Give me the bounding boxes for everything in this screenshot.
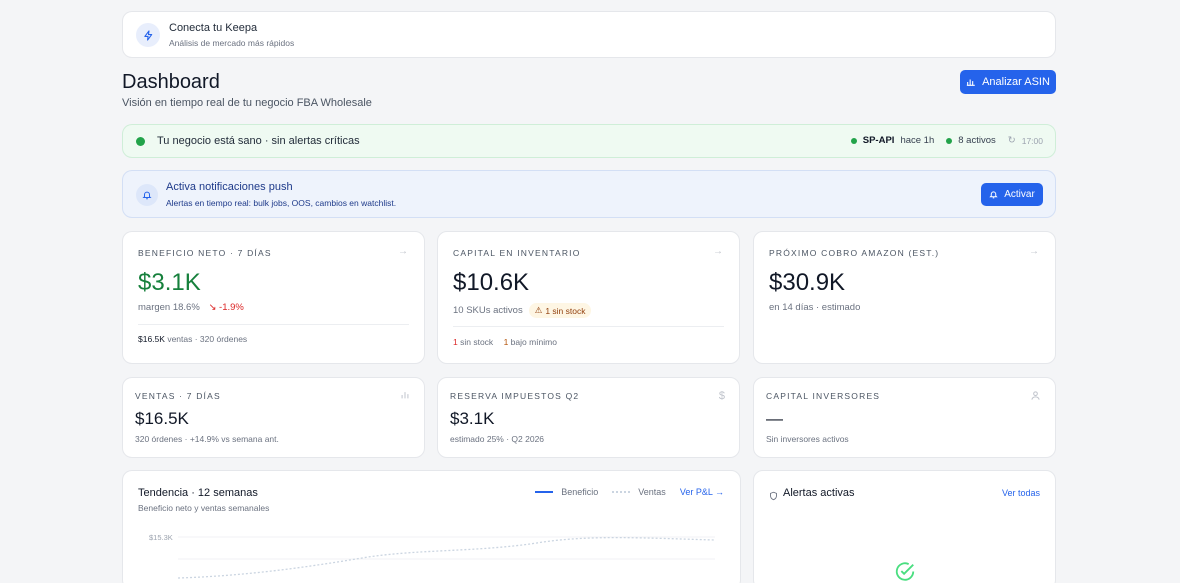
refresh-icon[interactable]: ↻	[1008, 135, 1016, 146]
kpi-label: Capital en inventario	[453, 248, 581, 258]
bar-chart-icon	[966, 79, 975, 86]
health-dot	[136, 137, 145, 146]
kpi-foot-text: ventas · 320 órdenes	[167, 334, 248, 344]
out-of-stock-count: 1	[453, 337, 458, 347]
kpi-value: $16.5K	[135, 409, 189, 428]
trend-chart: $15.3K	[149, 533, 716, 579]
warning-icon: ⚠	[534, 305, 543, 315]
stock-badge-label: 1 sin stock	[545, 305, 586, 316]
keepa-title: Conecta tu Keepa	[169, 22, 258, 34]
bar-chart-icon	[400, 390, 410, 403]
view-pnl-link[interactable]: Ver P&L →	[680, 487, 724, 497]
api-label: SP-API	[862, 135, 895, 146]
activate-label: Activar	[1004, 189, 1035, 200]
kpi-inventory-capital[interactable]: Capital en inventario → $10.6K 10 SKUs a…	[437, 231, 740, 364]
check-circle-icon	[894, 561, 916, 583]
divider	[453, 326, 724, 327]
kpi-delta: -1.9%	[219, 302, 244, 313]
y-tick-label: $15.3K	[149, 533, 173, 542]
activate-notifications-button[interactable]: Activar	[981, 183, 1043, 206]
shield-icon	[769, 488, 778, 506]
arrow-right-icon[interactable]: →	[713, 246, 723, 257]
kpi-margin: margen 18.6%	[138, 302, 200, 313]
divider	[138, 324, 409, 325]
trend-down-icon: ↘	[208, 302, 217, 313]
kpi-value: $3.1K	[450, 409, 495, 428]
dollar-icon: $	[718, 390, 725, 402]
kpi-sub: en 14 días · estimado	[769, 302, 861, 313]
kpi-value: $30.9K	[769, 269, 846, 296]
kpi-value: —	[766, 409, 783, 428]
kpi-skus: 10 SKUs activos	[453, 305, 523, 316]
kpi-sub: estimado 25% · Q2 2026	[450, 434, 545, 444]
kpi-foot-value: $16.5K	[138, 334, 165, 344]
sync-time: 17:00	[1021, 135, 1043, 146]
kpi-net-profit[interactable]: Beneficio neto · 7 días → $3.1K margen 1…	[122, 231, 425, 364]
kpi-investor-capital[interactable]: Capital inversores — Sin inversores acti…	[753, 377, 1056, 458]
kpi-sales[interactable]: Ventas · 7 días $16.5K 320 órdenes · +14…	[122, 377, 425, 458]
below-min-text: bajo mínimo	[510, 337, 557, 347]
legend-sales-label: Ventas	[638, 487, 666, 497]
bolt-icon	[136, 23, 160, 47]
kpi-next-payout[interactable]: Próximo cobro Amazon (est.) → $30.9K en …	[753, 231, 1056, 364]
page-title: Dashboard	[122, 71, 220, 93]
legend-profit-label: Beneficio	[561, 487, 599, 497]
notification-subtitle: Alertas en tiempo real: bulk jobs, OOS, …	[166, 198, 397, 208]
page-subtitle: Visión en tiempo real de tu negocio FBA …	[122, 97, 372, 109]
bell-icon	[136, 184, 158, 206]
trend-card: Tendencia · 12 semanas Beneficio neto y …	[122, 470, 741, 583]
active-count: 8 activos	[958, 135, 996, 146]
chart-legend: Beneficio Ventas Ver P&L →	[535, 487, 724, 497]
sales-line	[177, 536, 716, 579]
health-status-bar: Tu negocio está sano · sin alertas críti…	[122, 124, 1056, 158]
trend-title: Tendencia · 12 semanas	[138, 487, 258, 499]
health-message: Tu negocio está sano · sin alertas críti…	[157, 135, 360, 147]
keepa-banner[interactable]: Conecta tu Keepa Análisis de mercado más…	[122, 11, 1056, 58]
kpi-sub: Sin inversores activos	[766, 434, 849, 444]
kpi-tax-reserve[interactable]: Reserva impuestos Q2 $ $3.1K estimado 25…	[437, 377, 740, 458]
kpi-label: Próximo cobro Amazon (est.)	[769, 248, 940, 258]
view-all-alerts-link[interactable]: Ver todas	[1002, 488, 1040, 498]
push-notification-banner: Activa notificaciones push Alertas en ti…	[122, 170, 1056, 218]
active-dot	[946, 137, 953, 144]
kpi-label: Reserva impuestos Q2	[450, 391, 580, 401]
api-time: hace 1h	[900, 135, 935, 146]
analyze-asin-button[interactable]: Analizar ASIN	[960, 70, 1056, 94]
active-alerts-card: Alertas activas Ver todas	[753, 470, 1056, 583]
api-status-dot	[850, 137, 857, 144]
arrow-right-icon[interactable]: →	[1029, 246, 1039, 257]
kpi-label: Beneficio neto · 7 días	[138, 248, 272, 258]
kpi-label: Capital inversores	[766, 391, 881, 401]
trend-subtitle: Beneficio neto y ventas semanales	[138, 503, 270, 513]
stock-badge: ⚠ 1 sin stock	[528, 303, 592, 318]
out-of-stock-text: sin stock	[460, 337, 494, 347]
alerts-title: Alertas activas	[783, 487, 855, 499]
legend-profit-swatch	[535, 491, 554, 493]
kpi-sub: 320 órdenes · +14.9% vs semana ant.	[135, 434, 279, 444]
kpi-label: Ventas · 7 días	[135, 391, 221, 401]
users-icon	[1030, 390, 1041, 404]
keepa-subtitle: Análisis de mercado más rápidos	[169, 38, 295, 48]
kpi-value: $3.1K	[138, 269, 201, 296]
below-min-count: 1	[503, 337, 509, 347]
notification-title: Activa notificaciones push	[166, 181, 293, 193]
analyze-asin-label: Analizar ASIN	[982, 76, 1050, 88]
arrow-right-icon[interactable]: →	[398, 246, 408, 257]
kpi-value: $10.6K	[453, 269, 530, 296]
bell-icon	[989, 191, 998, 199]
legend-sales-swatch	[612, 491, 631, 493]
